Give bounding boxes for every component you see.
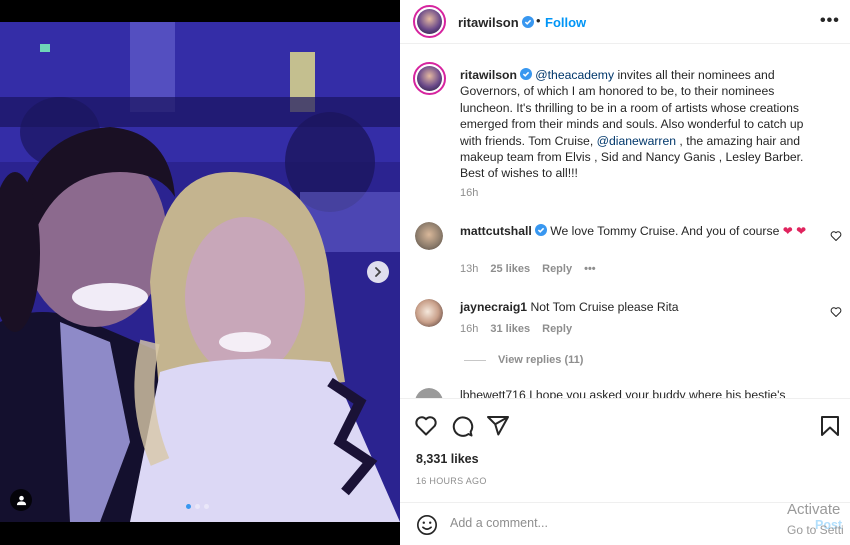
caption-text: ritawilson @theacademy invites all their… bbox=[460, 67, 820, 182]
comment-input[interactable] bbox=[450, 516, 780, 530]
carousel-indicator bbox=[186, 504, 209, 509]
verified-icon bbox=[534, 224, 547, 236]
comment-meta: 13h 25 likes Reply ••• bbox=[460, 263, 596, 275]
comment-more-button[interactable]: ••• bbox=[584, 263, 596, 275]
author-username-text[interactable]: ritawilson bbox=[458, 15, 519, 30]
comment-timestamp[interactable]: 13h bbox=[460, 263, 478, 275]
comment-text: mattcutshall We love Tommy Cruise. And y… bbox=[460, 223, 815, 240]
photo-pane bbox=[0, 0, 400, 545]
comment-body: Not Tom Cruise please Rita bbox=[530, 300, 679, 314]
comments-list[interactable]: ritawilson @theacademy invites all their… bbox=[400, 52, 850, 398]
comment-heart-icon[interactable] bbox=[830, 306, 842, 318]
comment-likes[interactable]: 25 likes bbox=[490, 263, 530, 275]
carousel-dot bbox=[195, 504, 200, 509]
view-replies-label[interactable]: View replies (11) bbox=[498, 354, 583, 366]
caption-username[interactable]: ritawilson bbox=[460, 68, 517, 82]
chevron-right-icon bbox=[375, 267, 382, 277]
comment-icon[interactable] bbox=[450, 414, 474, 438]
post-comment-button[interactable]: Post bbox=[815, 518, 842, 532]
verified-icon bbox=[521, 16, 534, 28]
comment-timestamp[interactable]: 16h bbox=[460, 323, 478, 335]
partial-comment: lbhewett716 I hope you asked your buddy … bbox=[460, 388, 786, 398]
author-username[interactable]: ritawilson bbox=[458, 15, 534, 30]
comment-text: jaynecraig1 Not Tom Cruise please Rita bbox=[460, 299, 815, 316]
verified-icon bbox=[519, 68, 532, 80]
next-photo-button[interactable] bbox=[367, 261, 389, 283]
commenter-avatar[interactable] bbox=[415, 222, 443, 250]
tagged-users-button[interactable] bbox=[10, 489, 32, 511]
posted-time[interactable]: 16 HOURS AGO bbox=[416, 476, 487, 486]
heart-emoji: ❤ ❤ bbox=[782, 224, 807, 238]
photo-illustration bbox=[0, 22, 400, 522]
carousel-dot bbox=[204, 504, 209, 509]
post-header: ritawilson • Follow ••• bbox=[400, 0, 850, 44]
user-tag-icon bbox=[16, 495, 26, 505]
author-avatar[interactable] bbox=[413, 5, 446, 38]
replies-divider bbox=[464, 359, 486, 361]
commenter-avatar[interactable] bbox=[415, 299, 443, 327]
share-icon[interactable] bbox=[486, 414, 510, 438]
comment-username[interactable]: jaynecraig1 bbox=[460, 300, 527, 314]
caption-timestamp[interactable]: 16h bbox=[460, 187, 478, 199]
reply-button[interactable]: Reply bbox=[542, 263, 572, 275]
comment-meta: 16h 31 likes Reply bbox=[460, 323, 572, 335]
mention-theacademy[interactable]: @theacademy bbox=[535, 68, 614, 82]
commenter-avatar[interactable] bbox=[415, 388, 443, 398]
comment-likes[interactable]: 31 likes bbox=[490, 323, 530, 335]
post-actions: 8,331 likes 16 HOURS AGO bbox=[400, 398, 850, 502]
view-replies-button[interactable]: View replies (11) bbox=[464, 354, 583, 366]
heart-icon[interactable] bbox=[414, 414, 438, 438]
more-icon[interactable]: ••• bbox=[820, 12, 840, 30]
caption-avatar[interactable] bbox=[413, 62, 446, 95]
comment-username[interactable]: mattcutshall bbox=[460, 224, 532, 238]
follow-button[interactable]: Follow bbox=[545, 15, 586, 30]
emoji-icon[interactable] bbox=[416, 514, 438, 536]
bookmark-icon[interactable] bbox=[818, 414, 842, 438]
comment-composer: Post bbox=[400, 502, 850, 545]
post-details-panel: ritawilson • Follow ••• ritawilson @thea… bbox=[400, 0, 850, 545]
post-photo[interactable] bbox=[0, 22, 400, 522]
likes-count[interactable]: 8,331 likes bbox=[416, 452, 479, 466]
reply-button[interactable]: Reply bbox=[542, 323, 572, 335]
header-separator: • bbox=[536, 13, 541, 28]
carousel-dot-active bbox=[186, 504, 191, 509]
mention-dianewarren[interactable]: @dianewarren bbox=[597, 134, 676, 148]
comment-heart-icon[interactable] bbox=[830, 230, 842, 242]
comment-body: We love Tommy Cruise. And you of course bbox=[550, 224, 783, 238]
